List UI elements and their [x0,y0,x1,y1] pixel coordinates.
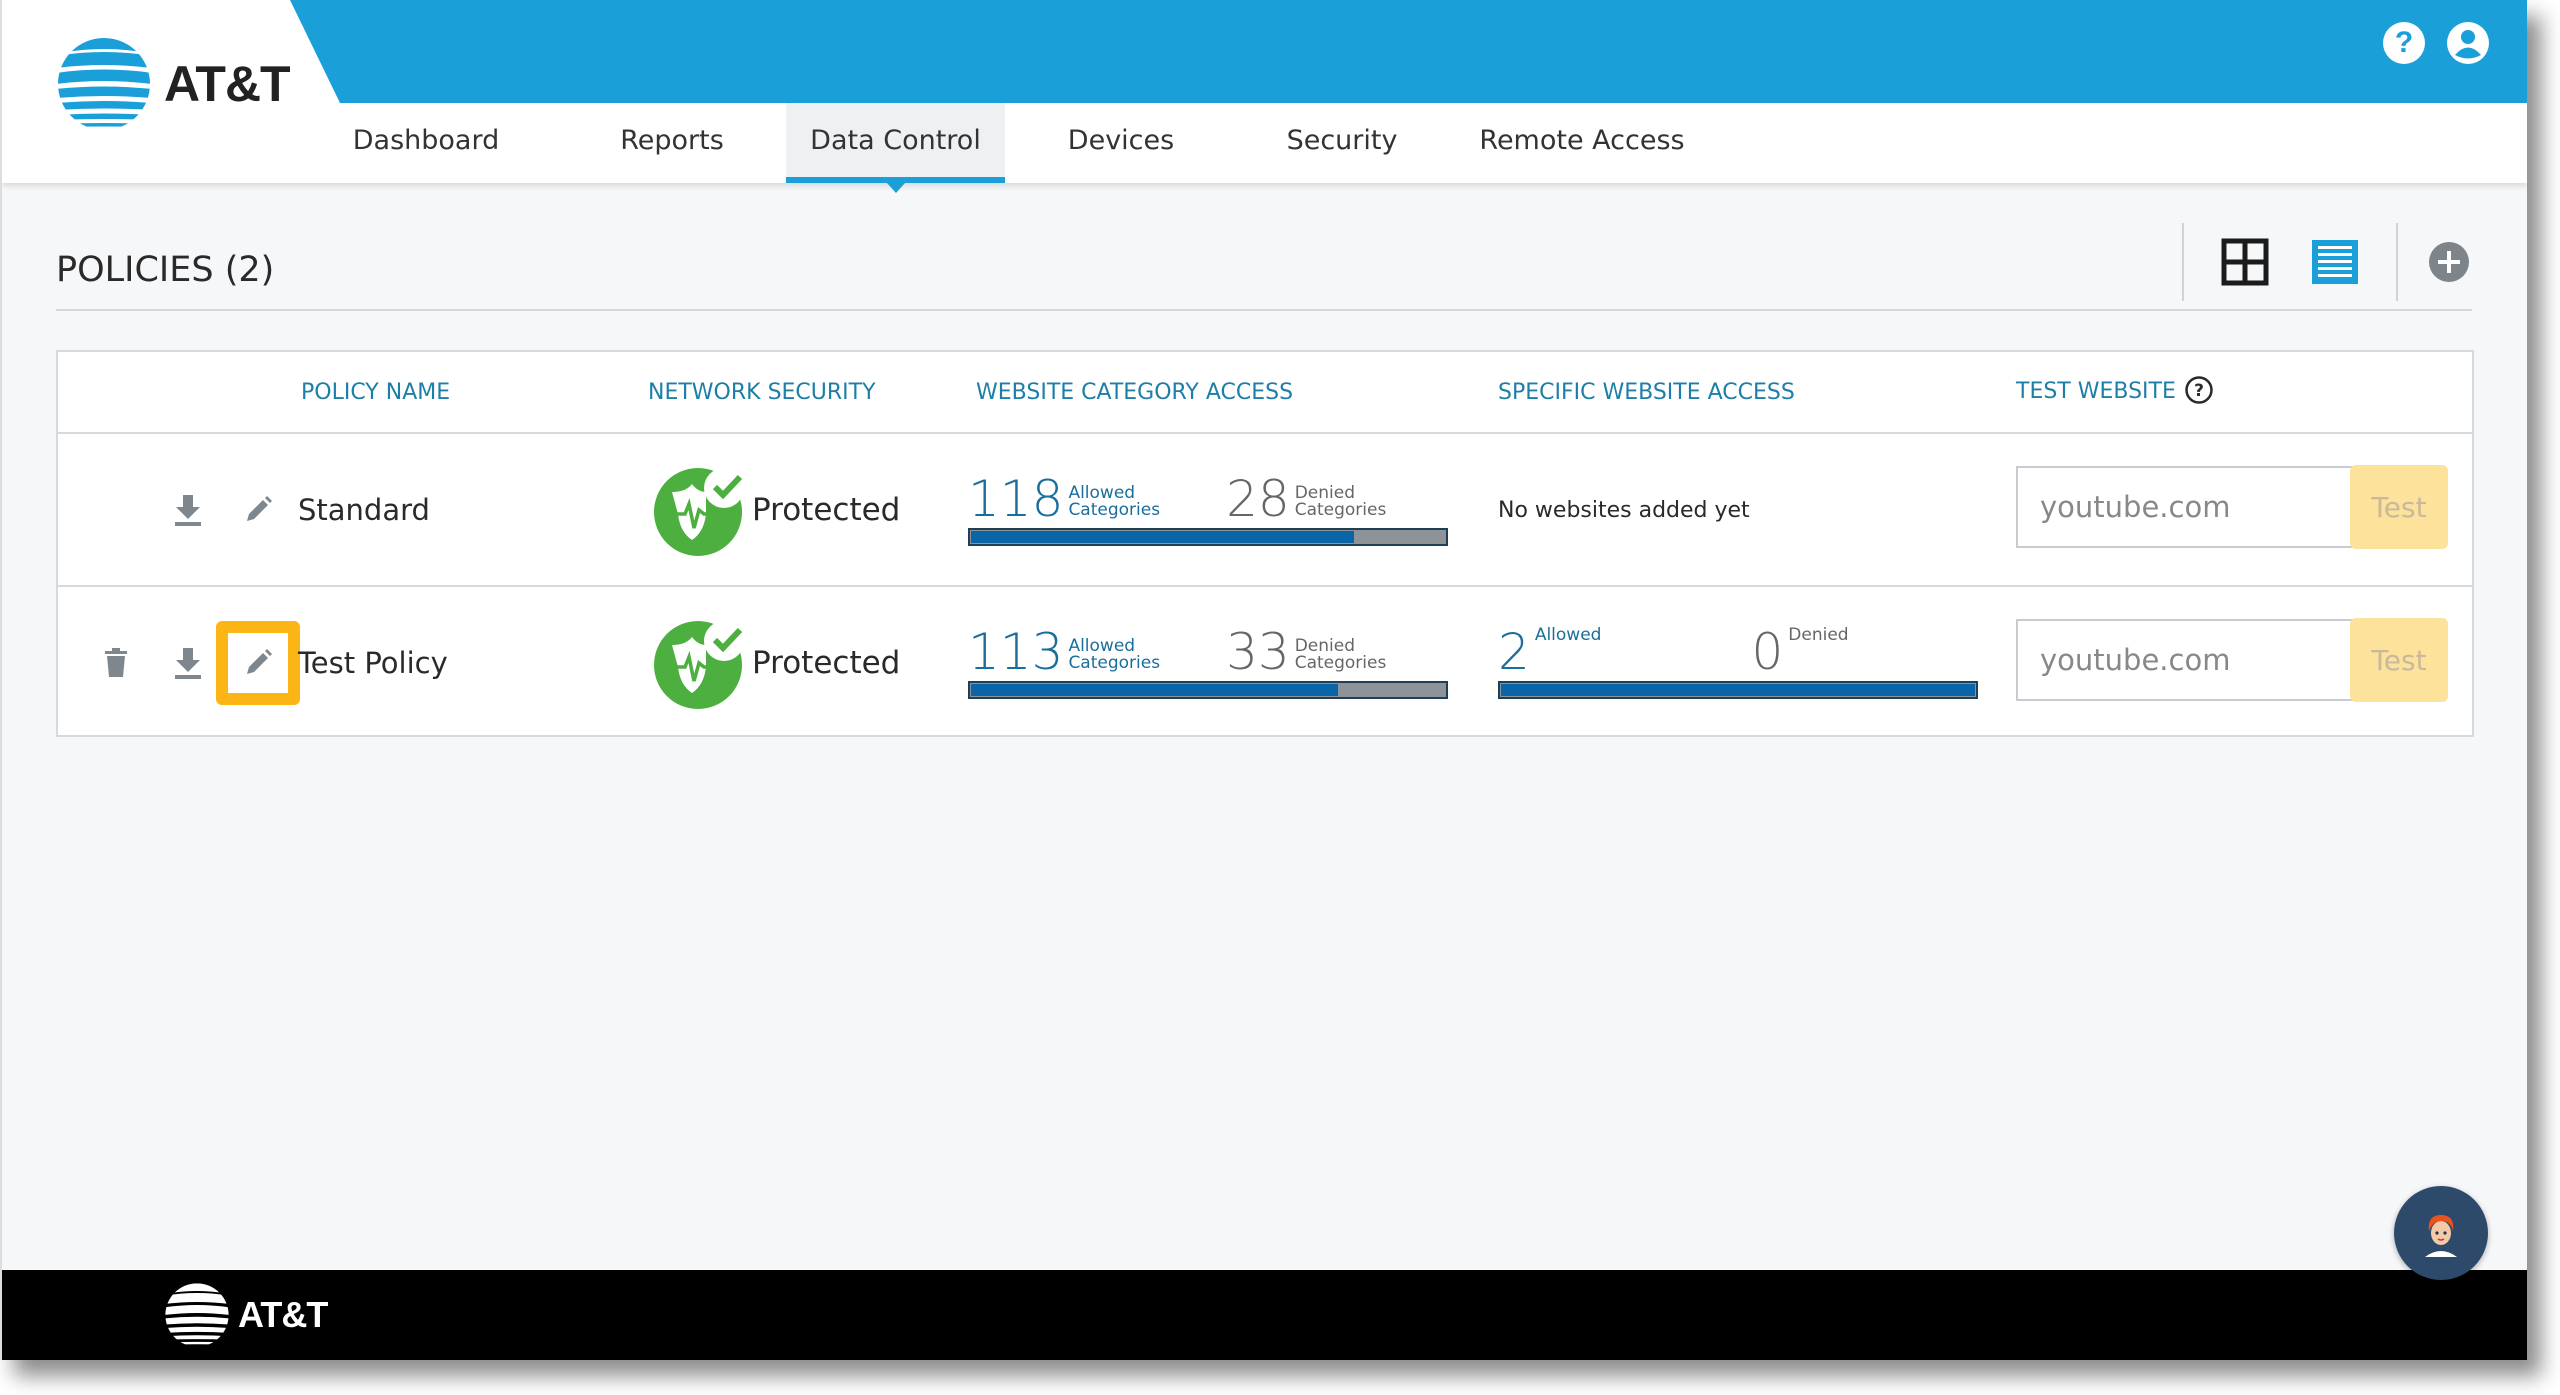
nav-data-control[interactable]: Data Control [786,103,1005,193]
help-circle-icon[interactable]: ? [2184,375,2214,405]
allowed-categories-label: Allowed Categories [1068,483,1161,520]
denied-categories-count: 33 [1226,623,1290,681]
no-websites-text: No websites added yet [1498,497,1750,523]
list-view-button[interactable] [2310,237,2360,287]
col-header-policy-name[interactable]: POLICY NAME [301,352,450,432]
toolbar-divider [2396,223,2398,301]
download-button[interactable] [168,434,208,586]
policy-name[interactable]: Standard [298,434,430,586]
footer-logo[interactable]: AT&T [164,1282,328,1348]
category-access-bar-fill [971,684,1338,696]
chat-assistant-button[interactable] [2394,1186,2488,1280]
col-header-test-website-label: TEST WEBSITE [2016,379,2176,404]
table-row: Standard Protected 118 Allowed Categories… [58,432,2472,586]
edit-button[interactable] [238,434,278,586]
network-security-status: Protected [652,434,900,586]
nav-reports[interactable]: Reports [602,103,742,183]
col-header-specific-website-access[interactable]: SPECIFIC WEBSITE ACCESS [1498,352,1795,432]
allowed-categories-label: Allowed Categories [1068,636,1161,673]
denied-websites-label: Denied [1788,625,1849,645]
nav-remote-access[interactable]: Remote Access [1472,103,1692,183]
col-header-website-category-access[interactable]: WEBSITE CATEGORY ACCESS [976,352,1293,432]
policy-name-text: Standard [298,493,430,527]
delete-button[interactable] [96,587,136,739]
allowed-categories-count: 118 [968,470,1064,528]
shield-check-icon [654,621,744,709]
denied-categories-count: 28 [1226,470,1290,528]
svg-text:?: ? [2194,381,2204,401]
category-access-summary: 118 Allowed Categories 28 Denied Categorie… [968,468,1448,546]
category-access-bar [968,528,1448,546]
app-window: AT&T ? Dashboard Reports Data Control De… [0,0,2527,1360]
protected-label: Protected [752,492,901,528]
nav-security[interactable]: Security [1272,103,1412,183]
footer-logo-text: AT&T [238,1294,328,1335]
download-button[interactable] [168,587,208,739]
denied-categories-label: Denied Categories [1294,483,1387,520]
add-policy-button[interactable] [2424,237,2474,287]
assistant-avatar-icon [2425,1215,2457,1257]
network-security-status: Protected [652,587,900,739]
nav-devices[interactable]: Devices [1052,103,1190,183]
policy-name-text: Test Policy [298,646,448,680]
col-header-network-security[interactable]: NETWORK SECURITY [648,352,876,432]
toolbar-divider [2182,223,2184,301]
test-button[interactable]: Test [2350,618,2448,702]
user-glyph-icon [2455,30,2481,59]
denied-websites-count: 0 [1751,623,1784,681]
specific-website-summary: 2 Allowed 0 Denied [1498,621,1978,699]
shield-check-icon [654,468,744,556]
trash-icon [96,643,136,683]
header: AT&T ? Dashboard Reports Data Control De… [2,0,2527,193]
title-divider [56,309,2472,311]
nav-dashboard[interactable]: Dashboard [352,103,500,183]
denied-categories-label: Denied Categories [1294,636,1387,673]
policy-name[interactable]: Test Policy [298,587,448,739]
help-icon[interactable]: ? [2383,22,2425,64]
header-band-shape [290,0,2527,103]
pencil-icon [238,643,278,683]
allowed-websites-count: 2 [1498,623,1530,681]
protected-label: Protected [752,645,901,681]
test-website-input[interactable] [2016,466,2406,548]
footer: AT&T [2,1270,2527,1360]
main-nav: Dashboard Reports Data Control Devices S… [2,103,2527,193]
policies-table: POLICY NAME NETWORK SECURITY WEBSITE CAT… [56,350,2474,737]
grid-view-button[interactable] [2220,237,2270,287]
category-access-summary: 113 Allowed Categories 33 Denied Categorie… [968,621,1448,699]
download-icon [168,643,208,683]
account-icon[interactable] [2447,22,2489,64]
test-button[interactable]: Test [2350,465,2448,549]
att-globe-icon [165,1283,229,1345]
page-title: POLICIES (2) [56,250,275,290]
specific-website-bar [1498,681,1978,699]
table-row: Test Policy Protected 113 Allowed Categor… [58,585,2472,739]
add-policy-icon [2429,242,2469,282]
grid-view-icon [2221,238,2269,286]
list-view-icon [2312,240,2358,284]
category-access-bar-fill [971,531,1354,543]
edit-button[interactable] [238,587,278,739]
pencil-icon [238,490,278,530]
header-utility-icons: ? [2383,22,2489,64]
view-toolbar [2182,222,2474,302]
header-band [2,0,2527,103]
test-website-input[interactable] [2016,619,2406,701]
download-icon [168,490,208,530]
col-header-test-website: TEST WEBSITE ? [2016,352,2214,432]
specific-website-access: No websites added yet [1498,434,1750,586]
allowed-categories-count: 113 [968,623,1064,681]
specific-website-bar-fill [1501,684,1975,696]
category-access-bar [968,681,1448,699]
allowed-websites-label: Allowed [1534,625,1602,645]
